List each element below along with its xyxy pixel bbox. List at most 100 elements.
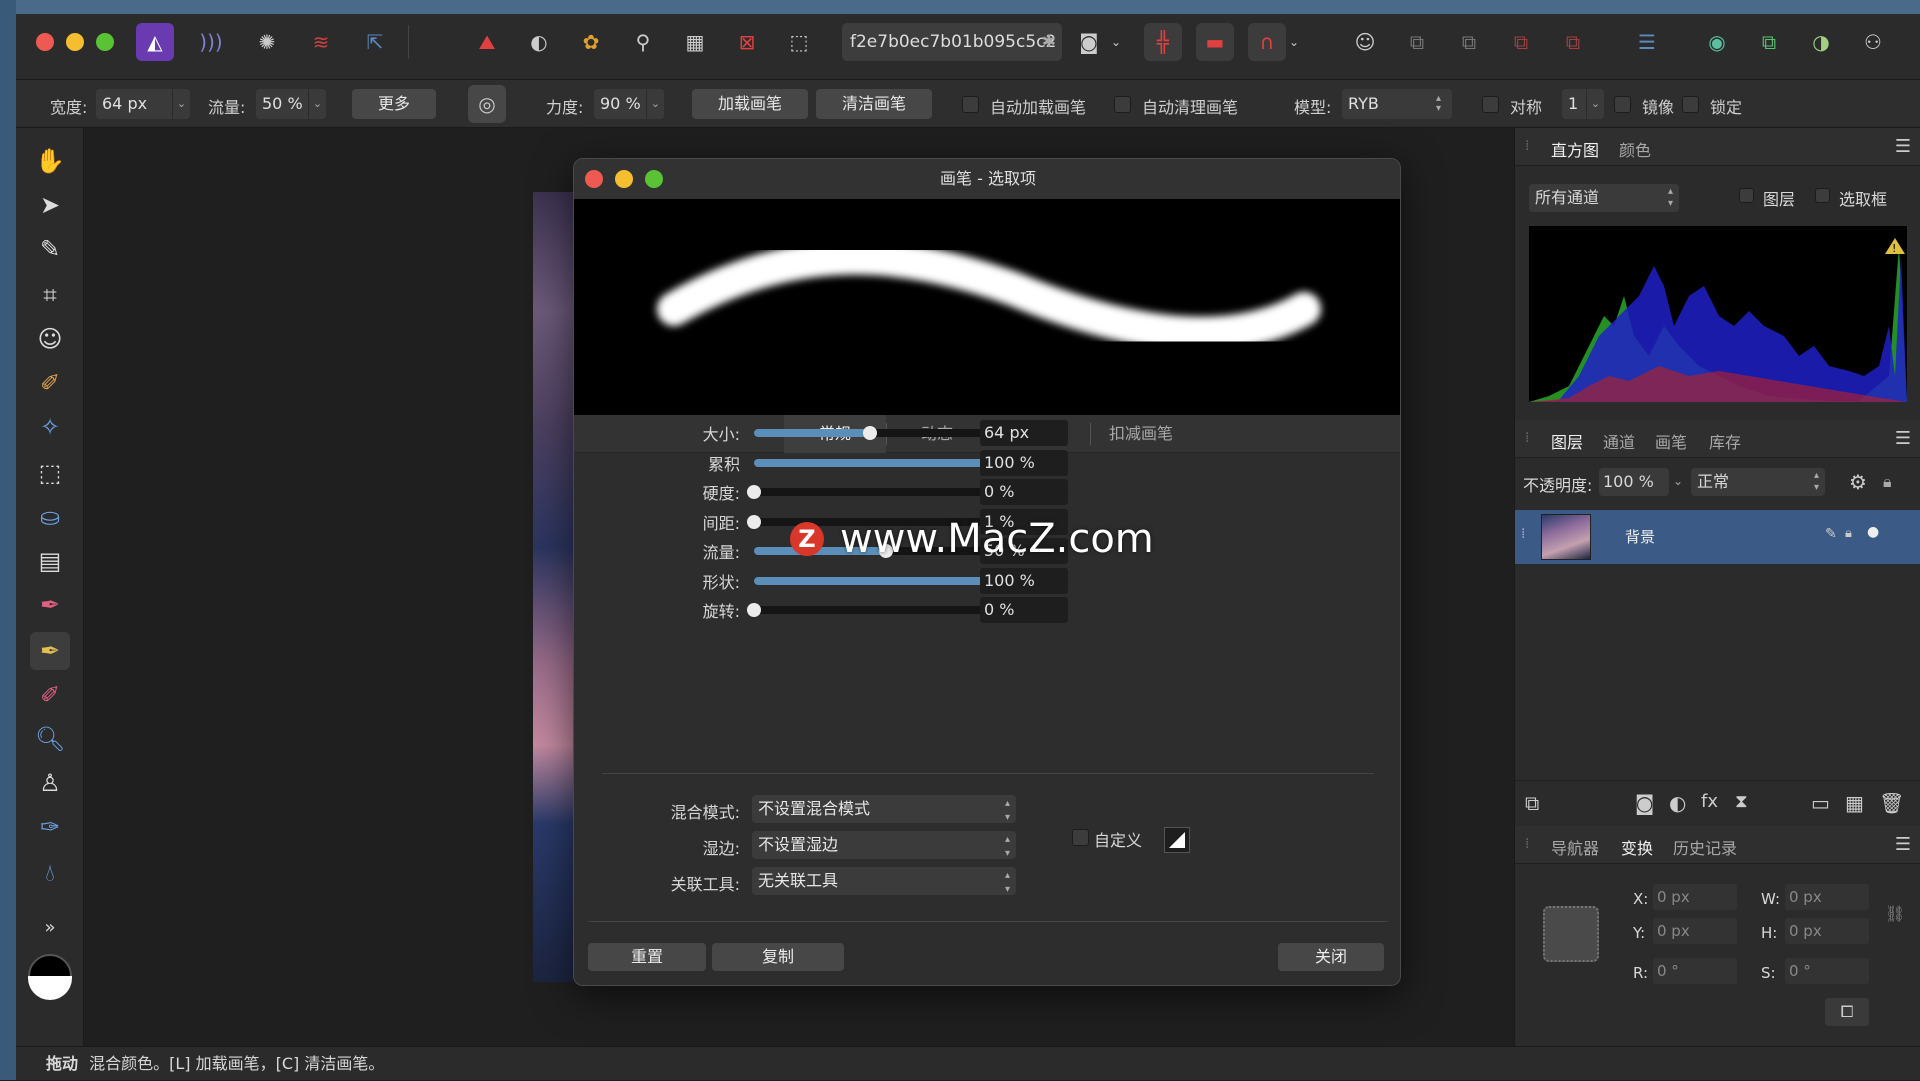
minimize-window-button[interactable]	[66, 33, 84, 51]
quick-mask-icon[interactable]: ◙	[1070, 23, 1108, 61]
tab-history[interactable]: 历史记录	[1673, 835, 1737, 859]
visibility-icon[interactable]: ●	[1867, 524, 1879, 540]
dialog-minimize-button[interactable]	[615, 170, 633, 188]
add-group-icon[interactable]: ▭	[1811, 791, 1830, 815]
marquee-tool-icon[interactable]: ⬚	[30, 454, 70, 492]
symmetry-checkbox[interactable]	[1482, 96, 1499, 113]
linked-tool-select[interactable]: 无关联工具 ▴ ▾	[752, 867, 1016, 895]
panel-menu-icon[interactable]: ☰	[1895, 834, 1911, 855]
invert-selection-icon[interactable]: ⬚	[780, 23, 818, 61]
wet-edge-select[interactable]: 不设置湿边 ▴ ▾	[752, 831, 1016, 859]
chevron-down-icon[interactable]: ⌄	[1106, 23, 1126, 61]
develop-persona-icon[interactable]: ✺	[248, 23, 286, 61]
studio-layers-icon[interactable]: ◉	[1698, 23, 1736, 61]
histogram-marquee-checkbox[interactable]	[1815, 188, 1830, 203]
arrange-back-icon[interactable]: ⧉	[1398, 23, 1436, 61]
gradient-tool-icon[interactable]: ▤	[30, 542, 70, 580]
clone-tool-icon[interactable]: ♙	[30, 764, 70, 802]
assistant-icon[interactable]: ☺	[1346, 23, 1384, 61]
user-account-icon[interactable]: ⚇	[1854, 23, 1892, 61]
tab-histogram[interactable]: 直方图	[1551, 137, 1599, 161]
x-field[interactable]: 0 px	[1653, 884, 1737, 910]
lock-checkbox[interactable]	[1682, 96, 1699, 113]
fx-icon[interactable]: fx	[1701, 791, 1718, 812]
move-tool-icon[interactable]: ➤	[30, 186, 70, 224]
deselect-icon[interactable]: ⊠	[728, 23, 766, 61]
magnet-icon[interactable]: ∩	[1248, 23, 1286, 61]
w-field[interactable]: 0 px	[1785, 884, 1869, 910]
lock-icon[interactable]: 🔒︎	[1883, 472, 1892, 492]
color-picker-tool-icon[interactable]: ✎	[30, 230, 70, 268]
brush-options-icon[interactable]: ◎	[468, 85, 506, 123]
r-field[interactable]: 0 °	[1653, 958, 1737, 984]
arrange-forward-icon[interactable]: ⧉	[1502, 23, 1540, 61]
tab-subtract-brush[interactable]: 扣减画笔	[1090, 415, 1192, 453]
row-value-field[interactable]: 0 %	[980, 479, 1068, 505]
arrange-backward-icon[interactable]: ⧉	[1450, 23, 1488, 61]
studio-duplicate-icon[interactable]: ⧉	[1750, 23, 1788, 61]
drag-handle-icon[interactable]: ⁞	[1525, 138, 1529, 154]
channels-select[interactable]: 所有通道 ▴ ▾	[1529, 184, 1679, 212]
slider-knob[interactable]	[747, 603, 761, 617]
color-wheel-icon[interactable]: ✿	[572, 23, 610, 61]
tone-mapping-persona-icon[interactable]: ≋	[302, 23, 340, 61]
load-brush-button[interactable]: 加载画笔	[692, 89, 808, 119]
s-field[interactable]: 0 °	[1785, 958, 1869, 984]
slider-track[interactable]	[747, 485, 1018, 499]
tab-color[interactable]: 颜色	[1619, 137, 1651, 161]
snapping-icon[interactable]: ╬	[1144, 23, 1182, 61]
zoom-window-button[interactable]	[96, 33, 114, 51]
row-value-field[interactable]: 100 %	[980, 568, 1068, 594]
pressure-curve-button[interactable]	[1164, 827, 1190, 853]
mirror-checkbox[interactable]	[1614, 96, 1631, 113]
drag-handle-icon[interactable]: ⁞	[1525, 836, 1529, 852]
link-icon[interactable]: ⛓︎	[1885, 904, 1905, 923]
document-name-field[interactable]: f2e7b0ec7b01b095c5c2 ✱	[842, 23, 1062, 61]
slider-knob[interactable]	[747, 485, 761, 499]
arrange-front-icon[interactable]: ⧉	[1554, 23, 1592, 61]
custom-checkbox[interactable]	[1072, 829, 1089, 846]
layer-row[interactable]: ⁞ 背景 ✎ 🔒︎ ●	[1515, 510, 1920, 564]
row-value-field[interactable]: 100 %	[980, 450, 1068, 476]
slider-track[interactable]	[754, 426, 1018, 440]
chevron-down-icon[interactable]: ⌄	[172, 89, 190, 119]
gear-icon[interactable]: ⚙	[1849, 470, 1867, 494]
tab-transform[interactable]: 变换	[1621, 835, 1653, 859]
slider-track[interactable]	[747, 603, 1018, 617]
white-balance-icon[interactable]: ⚲	[624, 23, 662, 61]
chevron-down-icon[interactable]: ⌄	[1284, 23, 1304, 61]
liquify-persona-icon[interactable]: )))	[192, 23, 230, 61]
slider-track[interactable]	[754, 574, 1025, 588]
chevron-down-icon[interactable]: ⌄	[1673, 474, 1683, 488]
duplicate-layer-icon[interactable]: ⧉	[1525, 791, 1539, 815]
crop-tool-icon[interactable]: ⌗	[30, 276, 70, 314]
transform-origin-button[interactable]: ⧠	[1825, 998, 1869, 1026]
live-filter-icon[interactable]: ⧗	[1735, 791, 1748, 812]
opacity-field[interactable]: 100 %	[1599, 468, 1669, 496]
blend-mode-select[interactable]: 不设置混合模式 ▴ ▾	[752, 795, 1016, 823]
dialog-close-button[interactable]	[585, 170, 603, 188]
zoom-tool-icon[interactable]: 🔍︎	[30, 720, 70, 758]
photo-persona-icon[interactable]: ◭	[136, 23, 174, 61]
export-persona-icon[interactable]: ⇱	[356, 23, 394, 61]
y-field[interactable]: 0 px	[1653, 918, 1737, 944]
secondary-color-swatch[interactable]	[28, 976, 72, 1000]
close-window-button[interactable]	[36, 33, 54, 51]
auto-load-checkbox[interactable]	[962, 96, 979, 113]
trash-icon[interactable]: 🗑︎	[1879, 791, 1904, 815]
chevron-down-icon[interactable]: ⌄	[1586, 89, 1604, 119]
clean-brush-button[interactable]: 清洁画笔	[816, 89, 932, 119]
chevron-down-icon[interactable]: ⌄	[308, 89, 326, 119]
tab-brushes[interactable]: 画笔	[1655, 429, 1687, 453]
tab-stock[interactable]: 库存	[1709, 429, 1741, 453]
drag-handle-icon[interactable]: ⁞	[1525, 430, 1529, 446]
blend-mode-select[interactable]: 正常 ▴ ▾	[1691, 468, 1825, 496]
copy-button[interactable]: 复制	[712, 943, 844, 971]
blur-brush-tool-icon[interactable]: 💧︎	[30, 854, 70, 892]
flood-select-tool-icon[interactable]: ✧	[30, 408, 70, 446]
paint-brush-tool-icon[interactable]: ✒	[30, 586, 70, 624]
document-image[interactable]	[533, 192, 573, 982]
mask-layer-icon[interactable]: ◙	[1635, 791, 1654, 815]
tab-navigator[interactable]: 导航器	[1551, 835, 1599, 859]
lock-icon[interactable]: 🔒︎	[1845, 526, 1852, 541]
